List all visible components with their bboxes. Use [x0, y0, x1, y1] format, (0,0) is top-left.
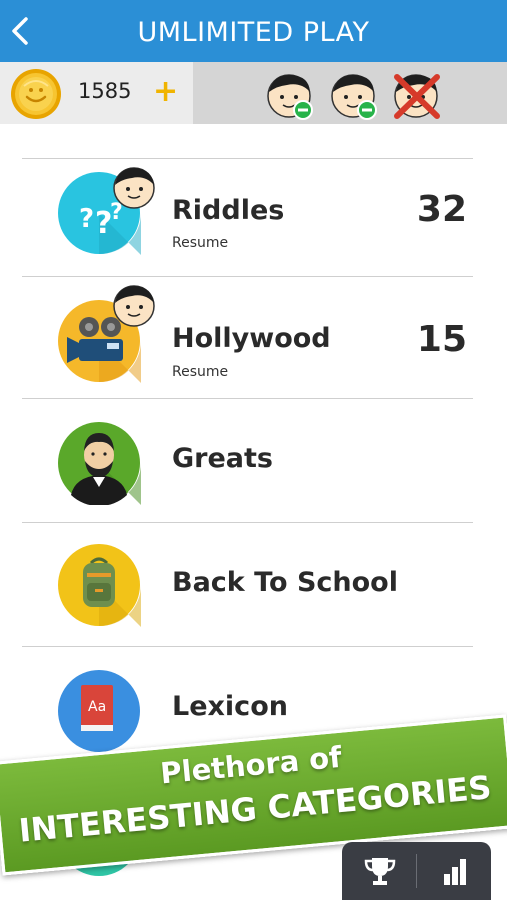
category-name: Lexicon — [172, 691, 288, 722]
add-coins-button[interactable]: + — [153, 77, 178, 107]
resume-label[interactable]: Resume — [172, 364, 228, 380]
backpack-icon — [58, 544, 141, 627]
svg-text:?: ? — [79, 204, 94, 234]
category-row-riddles[interactable]: ? ? ? Riddles Resume 32 — [22, 158, 473, 277]
bottom-tab-bar — [342, 842, 491, 900]
category-name: Riddles — [172, 195, 285, 226]
category-row-greats[interactable]: Greats — [22, 398, 473, 523]
opponent-avatar-icon — [113, 167, 155, 209]
dictionary-book-icon: Aa — [58, 670, 140, 752]
coin-icon — [11, 69, 61, 119]
page-title: UMLIMITED PLAY — [137, 17, 370, 48]
category-row-back-to-school[interactable]: Back To School — [22, 522, 473, 647]
status-bar: 1585 + — [0, 62, 507, 124]
category-name: Back To School — [172, 567, 398, 598]
category-score: 15 — [416, 319, 467, 360]
tab-divider — [416, 854, 417, 888]
player-face-icon — [267, 74, 313, 120]
category-name: Greats — [172, 443, 273, 474]
category-score: 32 — [416, 189, 467, 230]
svg-text:Aa: Aa — [88, 699, 106, 715]
category-row-hollywood[interactable]: Hollywood Resume 15 — [22, 276, 473, 399]
coin-count: 1585 — [78, 79, 132, 103]
bar-chart-icon[interactable] — [434, 854, 474, 888]
opponent-avatar-icon — [113, 285, 155, 327]
lincoln-portrait-icon — [58, 422, 141, 505]
player-face-icon — [331, 74, 377, 120]
resume-label[interactable]: Resume — [172, 235, 228, 251]
header-bar: UMLIMITED PLAY — [0, 0, 507, 62]
coin-balance: 1585 + — [0, 62, 193, 124]
player-face-crossed-icon — [394, 74, 440, 119]
category-name: Hollywood — [172, 323, 331, 354]
trophy-icon[interactable] — [360, 854, 400, 888]
